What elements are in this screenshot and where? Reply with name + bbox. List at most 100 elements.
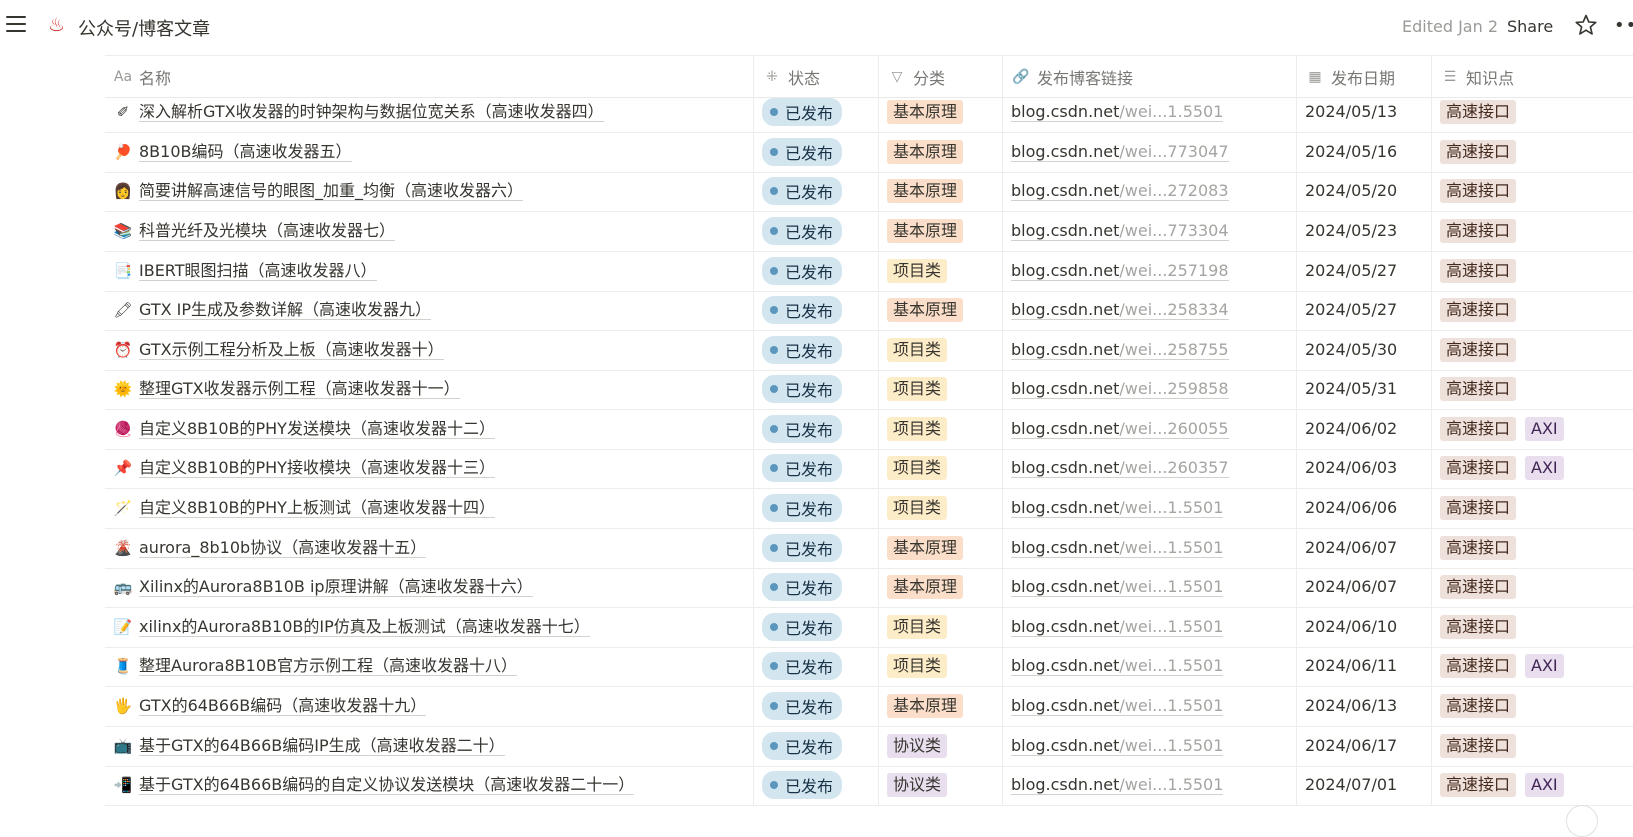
row-title[interactable]: aurora_8b10b协议（高速收发器十五） bbox=[139, 538, 427, 558]
table-row[interactable]: 🖍 GTX IP生成及参数详解（高速收发器九） 已发布 基本原理 blog.csdn.n… bbox=[105, 289, 1633, 331]
link-cell[interactable]: blog.csdn.net/wei...1.5501 bbox=[1003, 527, 1297, 568]
hot-springs-icon[interactable]: ♨ bbox=[48, 14, 65, 36]
status-cell[interactable]: 已发布 bbox=[754, 368, 879, 409]
status-cell[interactable]: 已发布 bbox=[754, 566, 879, 607]
link-cell[interactable]: blog.csdn.net/wei...260055 bbox=[1003, 408, 1297, 449]
table-row[interactable]: 🌞 整理GTX收发器示例工程（高速收发器十一） 已发布 项目类 blog.csdn.ne… bbox=[105, 368, 1633, 410]
knowledge-cell[interactable]: 高速接口 bbox=[1432, 487, 1633, 528]
status-cell[interactable]: 已发布 bbox=[754, 131, 879, 172]
category-cell[interactable]: 基本原理 bbox=[879, 566, 1003, 607]
star-icon[interactable] bbox=[1574, 13, 1598, 37]
name-cell[interactable]: 🧵 整理Aurora8B10B官方示例工程（高速收发器十八） bbox=[105, 645, 754, 686]
more-horizontal-icon[interactable]: •• bbox=[1614, 15, 1633, 36]
date-cell[interactable]: 2024/05/27 bbox=[1297, 289, 1432, 330]
name-cell[interactable]: 📌 自定义8B10B的PHY接收模块（高速收发器十三） bbox=[105, 447, 754, 488]
knowledge-cell[interactable]: 高速接口 bbox=[1432, 606, 1633, 647]
link-cell[interactable]: blog.csdn.net/wei...1.5501 bbox=[1003, 566, 1297, 607]
status-cell[interactable]: 已发布 bbox=[754, 645, 879, 686]
row-title[interactable]: 深入解析GTX收发器的时钟架构与数据位宽关系（高速收发器四） bbox=[139, 102, 604, 122]
category-cell[interactable]: 项目类 bbox=[879, 250, 1003, 291]
link-cell[interactable]: blog.csdn.net/wei...1.5501 bbox=[1003, 487, 1297, 528]
link-cell[interactable]: blog.csdn.net/wei...773047 bbox=[1003, 131, 1297, 172]
date-cell[interactable]: 2024/06/10 bbox=[1297, 606, 1432, 647]
table-row[interactable]: 📚 科普光纤及光模块（高速收发器七） 已发布 基本原理 blog.csdn.net/we… bbox=[105, 210, 1633, 252]
blog-link[interactable]: blog.csdn.net/wei...1.5501 bbox=[1011, 736, 1224, 756]
link-cell[interactable]: blog.csdn.net/wei...260357 bbox=[1003, 447, 1297, 488]
category-cell[interactable]: 基本原理 bbox=[879, 170, 1003, 211]
date-cell[interactable]: 2024/05/13 bbox=[1297, 91, 1432, 132]
knowledge-cell[interactable]: 高速接口 bbox=[1432, 289, 1633, 330]
blog-link[interactable]: blog.csdn.net/wei...1.5501 bbox=[1011, 102, 1224, 122]
row-title[interactable]: GTX的64B66B编码（高速收发器十九） bbox=[139, 696, 427, 716]
date-cell[interactable]: 2024/05/16 bbox=[1297, 131, 1432, 172]
row-title[interactable]: IBERT眼图扫描（高速收发器八） bbox=[139, 261, 377, 281]
category-cell[interactable]: 项目类 bbox=[879, 487, 1003, 528]
name-cell[interactable]: 🏓 8B10B编码（高速收发器五） bbox=[105, 131, 754, 172]
table-row[interactable]: ⏰ GTX示例工程分析及上板（高速收发器十） 已发布 项目类 blog.csdn.net… bbox=[105, 329, 1633, 371]
name-cell[interactable]: ⏰ GTX示例工程分析及上板（高速收发器十） bbox=[105, 329, 754, 370]
link-cell[interactable]: blog.csdn.net/wei...1.5501 bbox=[1003, 685, 1297, 726]
link-cell[interactable]: blog.csdn.net/wei...1.5501 bbox=[1003, 645, 1297, 686]
status-cell[interactable]: 已发布 bbox=[754, 527, 879, 568]
knowledge-cell[interactable]: 高速接口 bbox=[1432, 131, 1633, 172]
row-title[interactable]: 自定义8B10B的PHY上板测试（高速收发器十四） bbox=[139, 498, 495, 518]
status-cell[interactable]: 已发布 bbox=[754, 170, 879, 211]
link-cell[interactable]: blog.csdn.net/wei...1.5501 bbox=[1003, 606, 1297, 647]
knowledge-cell[interactable]: 高速接口 bbox=[1432, 685, 1633, 726]
knowledge-cell[interactable]: 高速接口 bbox=[1432, 566, 1633, 607]
knowledge-cell[interactable]: 高速接口 bbox=[1432, 329, 1633, 370]
blog-link[interactable]: blog.csdn.net/wei...1.5501 bbox=[1011, 656, 1224, 676]
date-cell[interactable]: 2024/06/07 bbox=[1297, 527, 1432, 568]
name-cell[interactable]: 📝 xilinx的Aurora8B10B的IP仿真及上板测试（高速收发器十七） bbox=[105, 606, 754, 647]
link-cell[interactable]: blog.csdn.net/wei...272083 bbox=[1003, 170, 1297, 211]
row-title[interactable]: 基于GTX的64B66B编码IP生成（高速收发器二十） bbox=[139, 736, 505, 756]
status-cell[interactable]: 已发布 bbox=[754, 764, 879, 805]
name-cell[interactable]: 🌞 整理GTX收发器示例工程（高速收发器十一） bbox=[105, 368, 754, 409]
blog-link[interactable]: blog.csdn.net/wei...1.5501 bbox=[1011, 617, 1224, 637]
knowledge-cell[interactable]: 高速接口 bbox=[1432, 368, 1633, 409]
status-cell[interactable]: 已发布 bbox=[754, 289, 879, 330]
status-cell[interactable]: 已发布 bbox=[754, 329, 879, 370]
blog-link[interactable]: blog.csdn.net/wei...1.5501 bbox=[1011, 775, 1224, 795]
date-cell[interactable]: 2024/07/01 bbox=[1297, 764, 1432, 805]
link-cell[interactable]: blog.csdn.net/wei...1.5501 bbox=[1003, 91, 1297, 132]
status-cell[interactable]: 已发布 bbox=[754, 408, 879, 449]
table-row[interactable]: 🌋 aurora_8b10b协议（高速收发器十五） 已发布 基本原理 blog.csdn… bbox=[105, 527, 1633, 569]
link-cell[interactable]: blog.csdn.net/wei...258755 bbox=[1003, 329, 1297, 370]
name-cell[interactable]: 📑 IBERT眼图扫描（高速收发器八） bbox=[105, 250, 754, 291]
link-cell[interactable]: blog.csdn.net/wei...257198 bbox=[1003, 250, 1297, 291]
knowledge-cell[interactable]: 高速接口 AXI bbox=[1432, 408, 1633, 449]
category-cell[interactable]: 基本原理 bbox=[879, 289, 1003, 330]
blog-link[interactable]: blog.csdn.net/wei...1.5501 bbox=[1011, 538, 1224, 558]
date-cell[interactable]: 2024/06/02 bbox=[1297, 408, 1432, 449]
date-cell[interactable]: 2024/06/17 bbox=[1297, 725, 1432, 766]
name-cell[interactable]: 🪄 自定义8B10B的PHY上板测试（高速收发器十四） bbox=[105, 487, 754, 528]
knowledge-cell[interactable]: 高速接口 bbox=[1432, 725, 1633, 766]
category-cell[interactable]: 协议类 bbox=[879, 725, 1003, 766]
link-cell[interactable]: blog.csdn.net/wei...773304 bbox=[1003, 210, 1297, 251]
category-cell[interactable]: 项目类 bbox=[879, 447, 1003, 488]
link-cell[interactable]: blog.csdn.net/wei...1.5501 bbox=[1003, 764, 1297, 805]
blog-link[interactable]: blog.csdn.net/wei...260055 bbox=[1011, 419, 1229, 439]
date-cell[interactable]: 2024/06/13 bbox=[1297, 685, 1432, 726]
blog-link[interactable]: blog.csdn.net/wei...773304 bbox=[1011, 221, 1229, 241]
name-cell[interactable]: 🌋 aurora_8b10b协议（高速收发器十五） bbox=[105, 527, 754, 568]
row-title[interactable]: 科普光纤及光模块（高速收发器七） bbox=[139, 221, 396, 241]
table-row[interactable]: 🧵 整理Aurora8B10B官方示例工程（高速收发器十八） 已发布 项目类 blog.… bbox=[105, 645, 1633, 687]
name-cell[interactable]: 🧶 自定义8B10B的PHY发送模块（高速收发器十二） bbox=[105, 408, 754, 449]
knowledge-cell[interactable]: 高速接口 bbox=[1432, 527, 1633, 568]
row-title[interactable]: 自定义8B10B的PHY发送模块（高速收发器十二） bbox=[139, 419, 495, 439]
status-cell[interactable]: 已发布 bbox=[754, 606, 879, 647]
link-cell[interactable]: blog.csdn.net/wei...1.5501 bbox=[1003, 725, 1297, 766]
blog-link[interactable]: blog.csdn.net/wei...1.5501 bbox=[1011, 498, 1224, 518]
row-title[interactable]: 自定义8B10B的PHY接收模块（高速收发器十三） bbox=[139, 458, 495, 478]
category-cell[interactable]: 项目类 bbox=[879, 645, 1003, 686]
blog-link[interactable]: blog.csdn.net/wei...258755 bbox=[1011, 340, 1229, 360]
name-cell[interactable]: 📲 基于GTX的64B66B编码的自定义协议发送模块（高速收发器二十一） bbox=[105, 764, 754, 805]
date-cell[interactable]: 2024/05/23 bbox=[1297, 210, 1432, 251]
knowledge-cell[interactable]: 高速接口 AXI bbox=[1432, 764, 1633, 805]
status-cell[interactable]: 已发布 bbox=[754, 447, 879, 488]
blog-link[interactable]: blog.csdn.net/wei...1.5501 bbox=[1011, 696, 1224, 716]
blog-link[interactable]: blog.csdn.net/wei...259858 bbox=[1011, 379, 1229, 399]
blog-link[interactable]: blog.csdn.net/wei...258334 bbox=[1011, 300, 1229, 320]
